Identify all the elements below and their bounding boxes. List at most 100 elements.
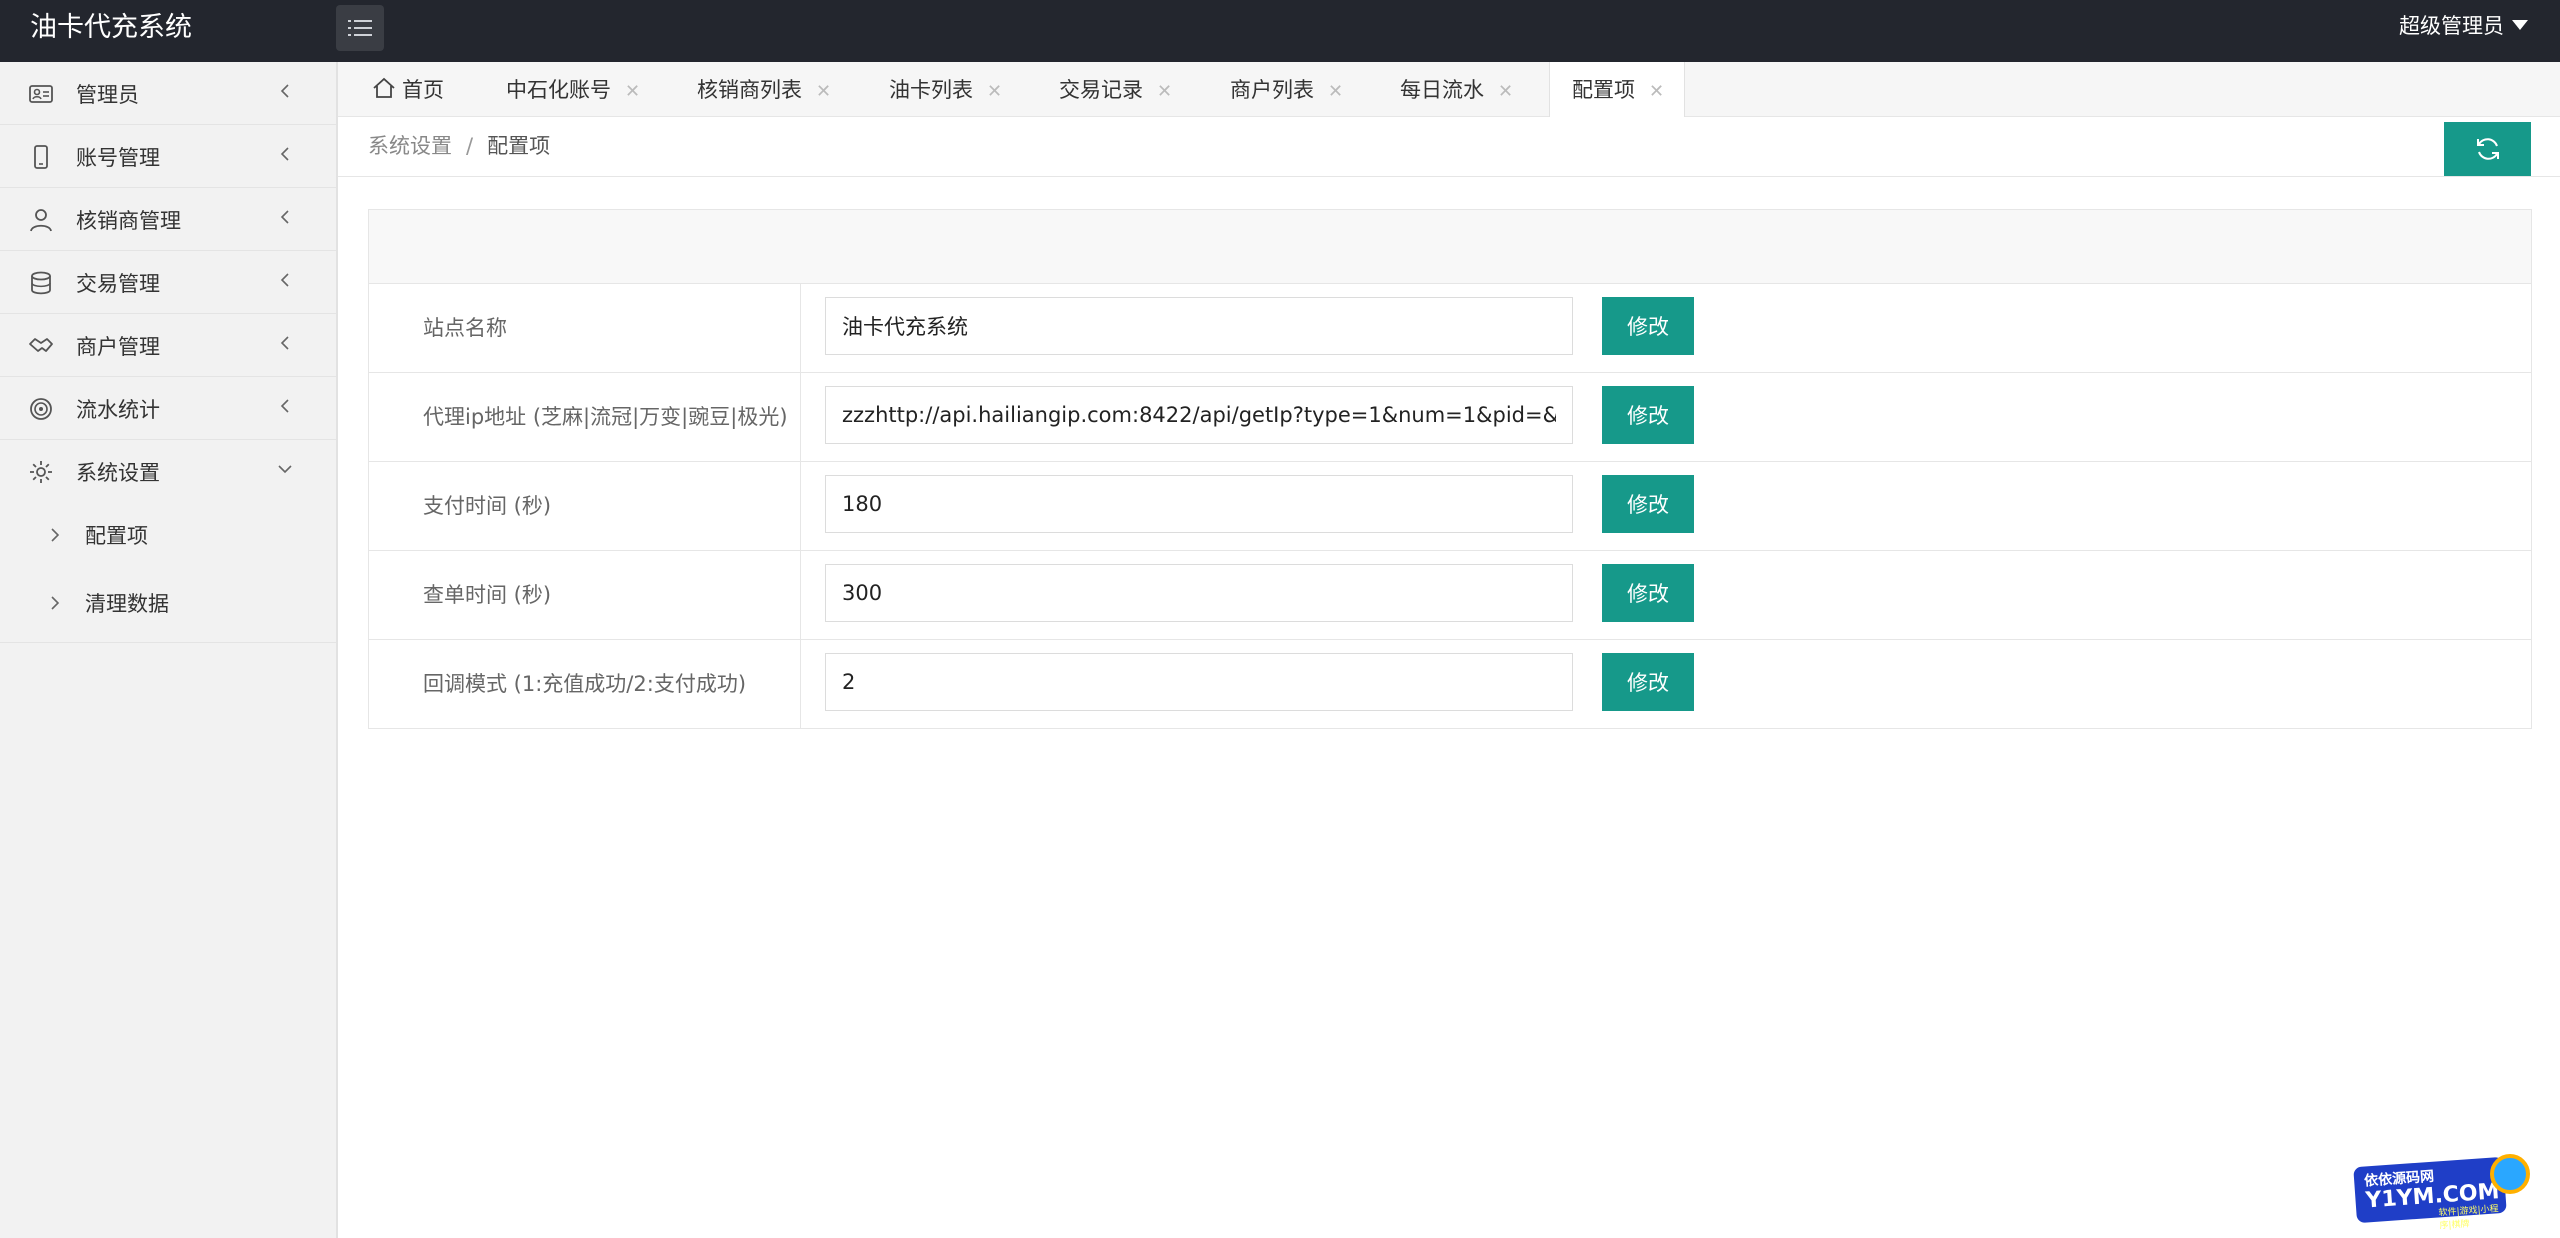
sidebar-item-merchants[interactable]: 商户管理: [0, 314, 336, 377]
tab-bar: 首页 中石化账号 ✕ 核销商列表 ✕ 油卡列表 ✕ 交易记录 ✕ 商户列表 ✕ 每日流水 ✕…: [338, 62, 2560, 117]
tab-trade-records[interactable]: 交易记录 ✕: [1059, 62, 1172, 116]
gear-icon: [30, 461, 52, 483]
pay-time-input[interactable]: [825, 475, 1573, 533]
sidebar-subitem-label: 配置项: [85, 524, 148, 548]
chevron-left-icon: [280, 210, 289, 224]
tab-home[interactable]: 首页: [372, 62, 444, 116]
close-icon[interactable]: ✕: [987, 81, 1002, 102]
sidebar-item-label: 管理员: [76, 83, 139, 107]
list-icon: [348, 20, 372, 36]
tab-config[interactable]: 配置项 ✕: [1549, 62, 1686, 117]
proxy-ip-input[interactable]: [825, 386, 1573, 444]
sidebar-subitem-clear-data[interactable]: 清理数据: [0, 570, 336, 638]
chevron-left-icon: [280, 336, 289, 350]
tab-label: 每日流水: [1400, 78, 1484, 102]
caret-down-icon: [2512, 20, 2528, 30]
sidebar-item-label: 账号管理: [76, 146, 160, 170]
config-row-proxy-ip: 代理ip地址 (芝麻|流冠|万变|豌豆|极光) 修改: [369, 373, 2531, 462]
top-header: 油卡代充系统 超级管理员: [0, 0, 2560, 62]
sidebar-item-admin[interactable]: 管理员: [0, 62, 336, 125]
query-time-input[interactable]: [825, 564, 1573, 622]
menu-toggle-button[interactable]: [336, 5, 384, 51]
tab-label: 首页: [402, 78, 444, 102]
close-icon[interactable]: ✕: [1328, 81, 1343, 102]
breadcrumb: 系统设置 / 配置项: [368, 130, 550, 160]
chevron-left-icon: [280, 147, 289, 161]
close-icon[interactable]: ✕: [1498, 81, 1513, 102]
modify-button[interactable]: 修改: [1602, 297, 1694, 355]
close-icon[interactable]: ✕: [1157, 81, 1172, 102]
tab-verifier-list[interactable]: 核销商列表 ✕: [697, 62, 831, 116]
breadcrumb-parent[interactable]: 系统设置: [368, 134, 452, 158]
id-card-icon: [29, 85, 53, 103]
sidebar: 管理员 账号管理 核销商管理 交易管理 商户管理 流水统计 系统设置 配置项 清…: [0, 62, 338, 1238]
modify-button[interactable]: 修改: [1602, 653, 1694, 711]
user-name: 超级管理员: [2399, 14, 2504, 38]
app-title: 油卡代充系统: [30, 12, 192, 43]
config-row-query-time: 查单时间 (秒) 修改: [369, 551, 2531, 640]
config-label: 站点名称: [369, 284, 801, 372]
modify-button[interactable]: 修改: [1602, 475, 1694, 533]
tab-oilcard-list[interactable]: 油卡列表 ✕: [889, 62, 1002, 116]
tab-label: 商户列表: [1230, 78, 1314, 102]
sidebar-item-flow-stats[interactable]: 流水统计: [0, 377, 336, 440]
table-header: [369, 210, 2531, 284]
chevron-right-icon: [51, 596, 60, 610]
user-icon: [30, 209, 52, 232]
site-name-input[interactable]: [825, 297, 1573, 355]
sidebar-item-accounts[interactable]: 账号管理: [0, 125, 336, 188]
chevron-left-icon: [280, 273, 289, 287]
sidebar-item-system-settings[interactable]: 系统设置: [0, 440, 336, 502]
tab-label: 中石化账号: [506, 78, 611, 102]
sidebar-item-label: 交易管理: [76, 272, 160, 296]
phone-icon: [34, 145, 48, 169]
chevron-left-icon: [280, 84, 289, 98]
sidebar-item-verifiers[interactable]: 核销商管理: [0, 188, 336, 251]
chevron-right-icon: [51, 528, 60, 542]
database-icon: [31, 271, 51, 295]
tab-sinopec-accounts[interactable]: 中石化账号 ✕: [506, 62, 640, 116]
callback-mode-input[interactable]: [825, 653, 1573, 711]
config-row-site-name: 站点名称 修改: [369, 284, 2531, 373]
close-icon[interactable]: ✕: [816, 81, 831, 102]
magnifier-icon: [2490, 1154, 2530, 1194]
tab-daily-flow[interactable]: 每日流水 ✕: [1400, 62, 1513, 116]
chevron-down-icon: [278, 465, 292, 474]
watermark-badge: 依依源码网 Y1YM.COM 软件|游戏|小程序|棋牌: [2353, 1156, 2507, 1231]
config-label: 支付时间 (秒): [369, 462, 801, 550]
target-icon: [30, 398, 52, 420]
config-table: 站点名称 修改 代理ip地址 (芝麻|流冠|万变|豌豆|极光) 修改 支付时间 …: [368, 209, 2532, 729]
sidebar-item-label: 商户管理: [76, 335, 160, 359]
watermark-line3: 软件|游戏|小程序|棋牌: [2438, 1204, 2499, 1232]
tab-label: 配置项: [1572, 78, 1635, 102]
modify-button[interactable]: 修改: [1602, 564, 1694, 622]
tab-label: 油卡列表: [889, 78, 973, 102]
config-label: 回调模式 (1:充值成功/2:支付成功): [369, 640, 801, 728]
refresh-icon: [2476, 138, 2499, 160]
system-settings-submenu: 配置项 清理数据: [0, 502, 336, 643]
modify-button[interactable]: 修改: [1602, 386, 1694, 444]
divider: [338, 176, 2560, 177]
handshake-icon: [29, 338, 53, 352]
refresh-button[interactable]: [2444, 122, 2531, 176]
user-menu[interactable]: 超级管理员: [2399, 0, 2528, 52]
breadcrumb-separator: /: [466, 134, 474, 158]
config-row-pay-time: 支付时间 (秒) 修改: [369, 462, 2531, 551]
sidebar-subitem-config[interactable]: 配置项: [0, 502, 336, 570]
config-row-callback-mode: 回调模式 (1:充值成功/2:支付成功) 修改: [369, 640, 2531, 728]
sidebar-item-label: 核销商管理: [76, 209, 181, 233]
chevron-left-icon: [280, 399, 289, 413]
close-icon[interactable]: ✕: [1649, 81, 1664, 102]
config-label: 查单时间 (秒): [369, 551, 801, 639]
close-icon[interactable]: ✕: [625, 81, 640, 102]
breadcrumb-current: 配置项: [487, 134, 551, 158]
sidebar-item-label: 流水统计: [76, 398, 160, 422]
sidebar-item-trades[interactable]: 交易管理: [0, 251, 336, 314]
sidebar-subitem-label: 清理数据: [85, 592, 169, 616]
config-label: 代理ip地址 (芝麻|流冠|万变|豌豆|极光): [369, 373, 801, 461]
tab-merchant-list[interactable]: 商户列表 ✕: [1230, 62, 1343, 116]
sidebar-item-label: 系统设置: [76, 461, 160, 485]
watermark-logo: 依依源码网 Y1YM.COM 软件|游戏|小程序|棋牌: [2350, 1148, 2540, 1231]
home-icon: [373, 77, 395, 98]
tab-label: 核销商列表: [697, 78, 802, 102]
